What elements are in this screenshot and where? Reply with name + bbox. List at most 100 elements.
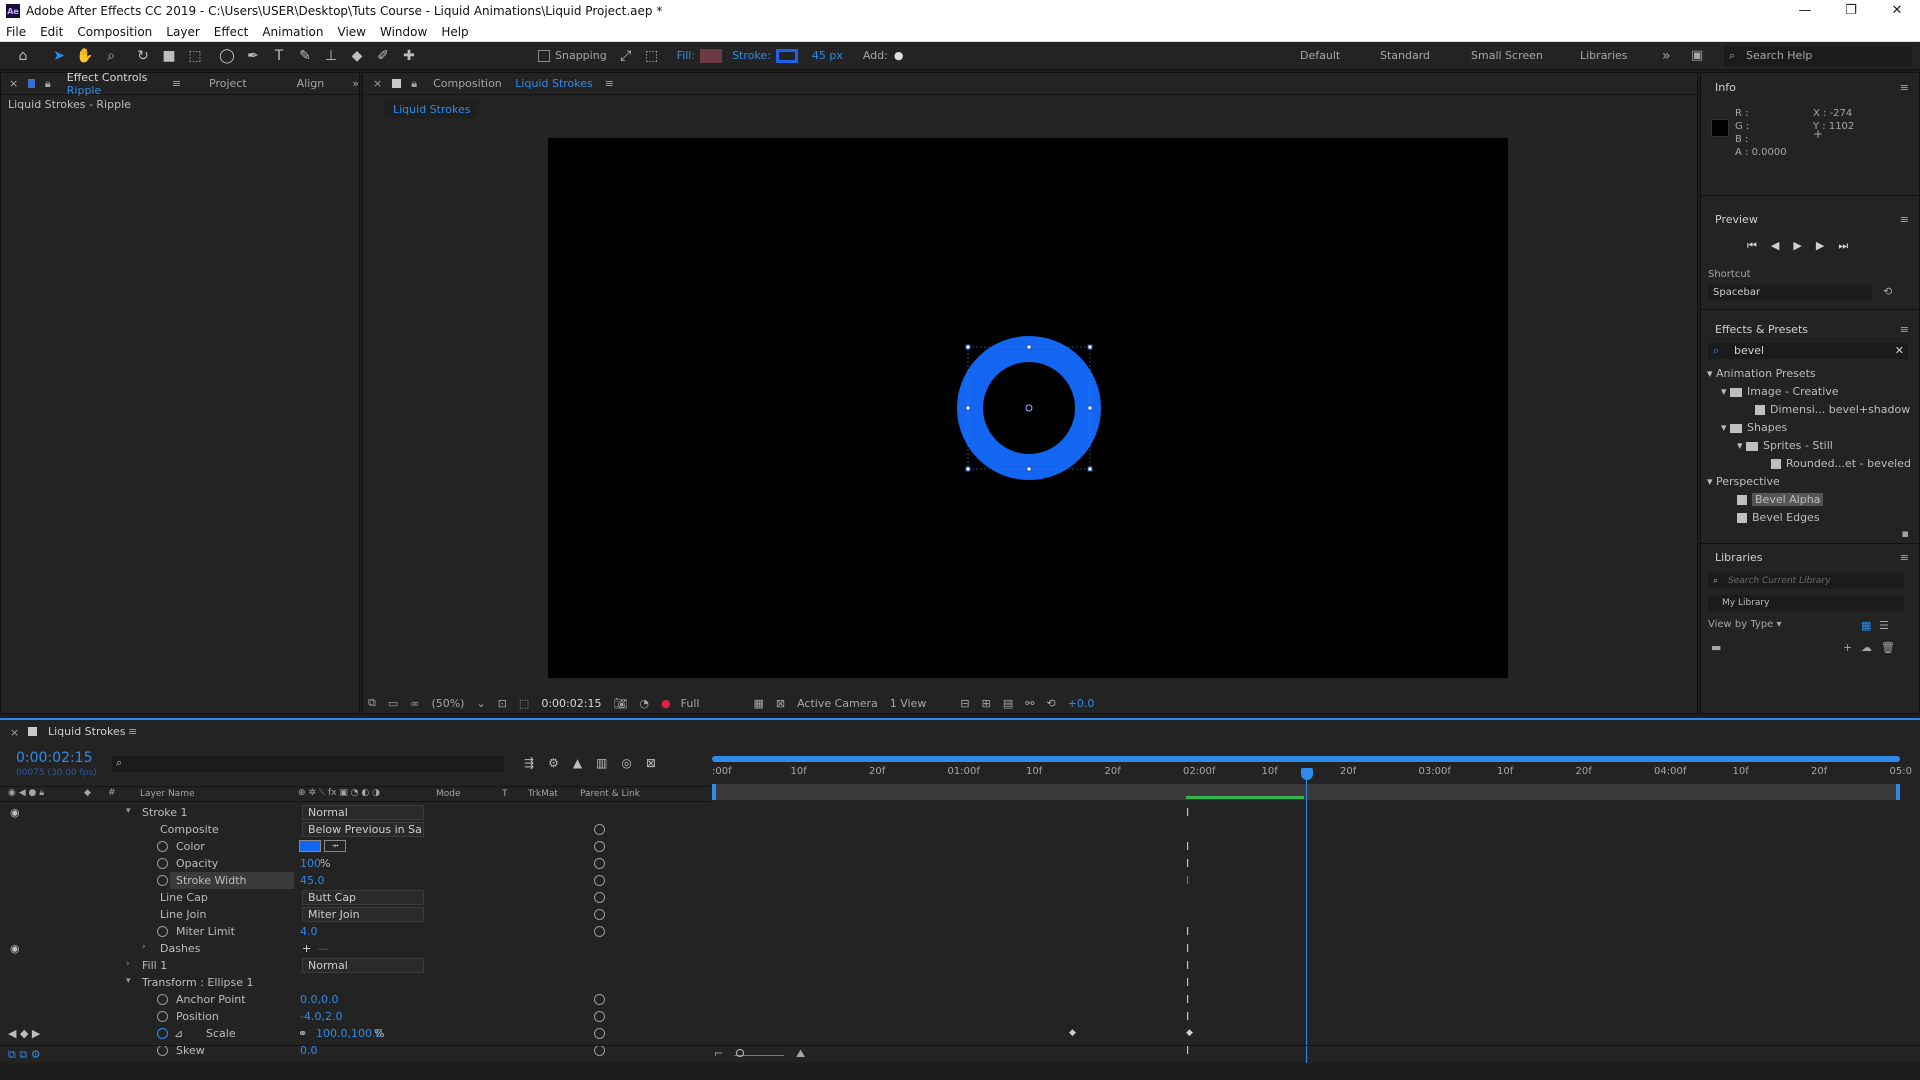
menu-animation[interactable]: Animation: [262, 25, 323, 39]
miter-limit-value[interactable]: 4.0: [300, 925, 318, 938]
play-icon[interactable]: ▶: [1793, 239, 1801, 253]
previous-frame-icon[interactable]: ◀: [1771, 239, 1779, 253]
minimize-button[interactable]: —: [1782, 0, 1828, 22]
tree-shapes[interactable]: ▾ Shapes: [1721, 421, 1787, 434]
viewer-timecode[interactable]: 0:00:02:15: [541, 697, 601, 710]
eraser-tool-icon[interactable]: ◆: [346, 45, 368, 67]
close-tab-icon[interactable]: ×: [10, 726, 19, 739]
toggle-switches-icon[interactable]: ⧉ ⧉ ⚙: [8, 1048, 41, 1062]
add-dash-icon[interactable]: +: [302, 942, 311, 955]
scale-keyframe-1[interactable]: ◆: [1069, 1028, 1076, 1039]
roto-brush-tool-icon[interactable]: ✐: [372, 45, 394, 67]
menu-edit[interactable]: Edit: [40, 25, 63, 39]
reset-exposure-icon[interactable]: ⟲: [1046, 697, 1055, 710]
line-cap-dropdown[interactable]: Butt Cap: [302, 890, 424, 905]
tab-align[interactable]: Align: [297, 77, 325, 90]
keyframe-marker[interactable]: I: [1186, 841, 1190, 852]
chevron-down-icon[interactable]: ⌄: [476, 697, 485, 710]
clone-stamp-tool-icon[interactable]: ⊥: [320, 45, 342, 67]
scale-value[interactable]: 100.0,100.0: [316, 1027, 382, 1040]
pen-tool-icon[interactable]: ✒: [242, 45, 264, 67]
transparency-grid-icon[interactable]: ▦: [753, 697, 763, 710]
library-dropdown[interactable]: My Library: [1708, 595, 1904, 611]
fill-label[interactable]: Fill:: [677, 49, 695, 62]
keyframe-marker[interactable]: I: [1186, 858, 1190, 869]
stroke1-label[interactable]: Stroke 1: [142, 806, 188, 819]
lock-icon[interactable]: 🔒︎: [411, 77, 417, 91]
more-tabs-icon[interactable]: »: [352, 77, 359, 90]
grid-view-icon[interactable]: ▦: [1861, 619, 1871, 632]
add-content-icon[interactable]: +: [1843, 641, 1852, 654]
rotate-tool-icon[interactable]: ↻: [132, 45, 154, 67]
stopwatch-icon[interactable]: [157, 994, 168, 1005]
menu-window[interactable]: Window: [380, 25, 427, 39]
keyframe-marker[interactable]: I: [1186, 926, 1190, 937]
stroke1-blend-mode-dropdown[interactable]: Normal: [302, 805, 424, 820]
draft-3d-icon[interactable]: ⚙: [548, 756, 559, 770]
next-frame-icon[interactable]: ▶: [1816, 239, 1824, 253]
close-button[interactable]: ✕: [1874, 0, 1920, 22]
libraries-search-input[interactable]: ⌕ Search Current Library: [1708, 573, 1904, 589]
exposure-value[interactable]: +0.0: [1068, 697, 1095, 710]
stopwatch-active-icon[interactable]: [157, 1028, 168, 1039]
collapse-triangle-icon[interactable]: ›: [142, 942, 146, 952]
eye-icon[interactable]: ◉: [10, 806, 20, 819]
pickwhip-icon[interactable]: [594, 875, 605, 886]
selection-tool-icon[interactable]: ➤: [48, 45, 70, 67]
cloud-sync-icon[interactable]: ☁: [1861, 641, 1872, 654]
workspace-standard[interactable]: Standard: [1380, 42, 1430, 70]
resolution-dropdown[interactable]: Full: [681, 697, 700, 710]
flowchart-icon[interactable]: ⚯: [1025, 697, 1034, 710]
hand-tool-icon[interactable]: ✋: [74, 45, 96, 67]
timeline-icon[interactable]: ▤: [1003, 697, 1013, 710]
stopwatch-icon[interactable]: [157, 858, 168, 869]
lock-icon[interactable]: 🔒︎: [45, 77, 51, 91]
snapping-checkbox[interactable]: [538, 49, 550, 62]
pickwhip-icon[interactable]: [594, 909, 605, 920]
menu-file[interactable]: File: [6, 25, 26, 39]
show-snapshot-icon[interactable]: ◔: [639, 697, 649, 710]
brush-tool-icon[interactable]: ✎: [294, 45, 316, 67]
more-workspaces-icon[interactable]: »: [1662, 42, 1671, 70]
ellipse-shape-layer[interactable]: [548, 138, 1508, 678]
composite-dropdown[interactable]: Below Previous in Sa: [302, 822, 424, 837]
effects-search-input[interactable]: ⌕ bevel ✕: [1708, 343, 1908, 359]
first-frame-icon[interactable]: ⏮: [1747, 239, 1757, 253]
camera-dropdown[interactable]: Active Camera: [797, 697, 878, 710]
remove-dash-icon[interactable]: —: [318, 942, 329, 955]
toggle-pixel-aspect-icon[interactable]: ⊟: [960, 697, 969, 710]
tab-composition[interactable]: Composition Liquid Strokes: [423, 77, 593, 90]
puppet-pin-tool-icon[interactable]: ✚: [398, 45, 420, 67]
view-by-type-dropdown[interactable]: View by Type ▾: [1708, 619, 1782, 630]
keyframe-marker[interactable]: I: [1186, 977, 1190, 988]
panel-menu-icon[interactable]: ≡: [605, 77, 614, 90]
stroke-width-value[interactable]: 45 px: [812, 49, 843, 62]
views-dropdown[interactable]: 1 View: [890, 697, 927, 710]
tree-dimensi-bevel-shadow[interactable]: Dimensi... bevel+shadow: [1755, 403, 1910, 416]
last-frame-icon[interactable]: ⏭: [1838, 239, 1848, 253]
menu-composition[interactable]: Composition: [77, 25, 152, 39]
zoom-tool-icon[interactable]: ⌕: [100, 45, 122, 67]
zoom-in-icon[interactable]: ⛰: [796, 1047, 805, 1061]
composition-canvas[interactable]: [548, 138, 1508, 678]
stroke-color-swatch[interactable]: [775, 48, 798, 63]
clear-search-icon[interactable]: ✕: [1895, 343, 1904, 359]
blue-ring-stroke[interactable]: [957, 336, 1101, 480]
work-area-bar[interactable]: [712, 756, 1900, 762]
opacity-value[interactable]: 100: [300, 857, 321, 870]
tree-bevel-alpha[interactable]: Bevel Alpha: [1737, 493, 1824, 506]
panel-menu-icon[interactable]: ≡: [1900, 323, 1909, 336]
timeline-comp-tab[interactable]: Liquid Strokes: [48, 725, 125, 738]
fill1-blend-mode-dropdown[interactable]: Normal: [302, 958, 424, 973]
region-icon[interactable]: ⬚: [519, 697, 529, 710]
zoom-out-icon[interactable]: ⌐: [714, 1047, 723, 1060]
zoom-dropdown[interactable]: (50%): [431, 697, 464, 710]
stroke-width-label[interactable]: Stroke Width: [176, 874, 247, 887]
restore-button[interactable]: ❐: [1828, 0, 1874, 22]
transform-ellipse-label[interactable]: Transform : Ellipse 1: [142, 976, 254, 989]
col-layer-name[interactable]: Layer Name: [140, 789, 195, 799]
tree-image-creative[interactable]: ▾ Image - Creative: [1721, 385, 1839, 398]
tab-project[interactable]: Project: [209, 77, 247, 90]
comp-flowchart-icon[interactable]: ⇶: [524, 756, 534, 770]
folder-icon[interactable]: ▬: [1711, 641, 1721, 654]
